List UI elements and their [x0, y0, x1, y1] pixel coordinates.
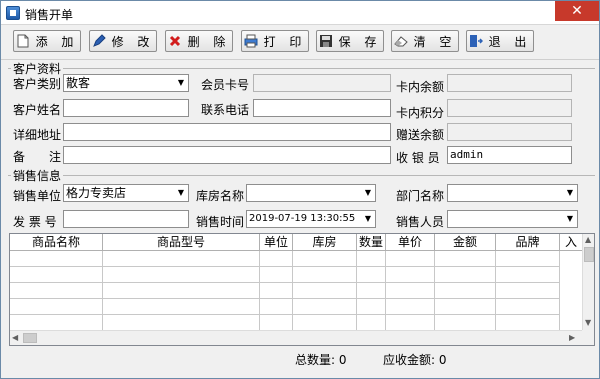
vertical-scroll-thumb[interactable] — [584, 247, 594, 262]
add-button-label: 添 加 — [35, 34, 79, 49]
phone-label: 联系电话 — [201, 103, 250, 117]
phone-field[interactable] — [253, 99, 391, 117]
table-row[interactable] — [10, 251, 560, 267]
clear-button[interactable]: 清 空 — [391, 30, 459, 52]
customer-name-label: 客户姓名 — [13, 103, 62, 117]
eraser-icon — [393, 34, 408, 48]
col-header-warehouse[interactable]: 库房 — [293, 234, 357, 251]
print-button[interactable]: 打 印 — [241, 30, 309, 52]
sales-unit-label: 销售单位 — [13, 189, 62, 203]
chevron-down-icon[interactable]: ▼ — [174, 75, 188, 91]
gift-balance-field — [447, 123, 572, 141]
sales-time-value: 2019-07-19 13:30:55 — [249, 213, 356, 224]
col-header-product-name[interactable]: 商品名称 — [10, 234, 103, 251]
table-row[interactable] — [10, 267, 560, 283]
col-header-model[interactable]: 商品型号 — [103, 234, 260, 251]
toolbar: 添 加 修 改 删 除 打 印 保 存 清 空 退 出 — [1, 26, 599, 58]
grid-header: 商品名称 商品型号 单位 库房 数量 单价 金额 品牌 入 — [10, 234, 582, 251]
invoice-label: 发 票 号 — [13, 215, 57, 229]
scroll-left-icon[interactable]: ◀ — [12, 333, 18, 342]
scroll-right-icon[interactable]: ▶ — [569, 333, 575, 342]
department-select[interactable]: ▼ — [447, 184, 578, 202]
table-row[interactable] — [10, 315, 560, 331]
sales-unit-value: 格力专卖店 — [66, 186, 127, 200]
pen-icon — [92, 34, 106, 48]
cashier-label: 收 银 员 — [396, 151, 440, 165]
save-button[interactable]: 保 存 — [316, 30, 384, 52]
exit-door-icon — [469, 34, 483, 48]
sales-section-line — [8, 175, 595, 176]
sales-staff-label: 销售人员 — [396, 215, 445, 229]
sales-unit-select[interactable]: 格力专卖店 ▼ — [63, 184, 189, 202]
floppy-disk-icon — [319, 34, 333, 48]
sales-order-window: 销售开单 ✕ 添 加 修 改 删 除 打 印 保 存 清 空 退 出 客户资料 … — [0, 0, 600, 379]
col-header-unit-price[interactable]: 单价 — [386, 234, 435, 251]
warehouse-select[interactable]: ▼ — [246, 184, 376, 202]
card-balance-field — [447, 74, 572, 92]
title-bar: 销售开单 ✕ — [1, 1, 599, 25]
horizontal-scrollbar[interactable]: ◀ ▶ — [10, 330, 582, 345]
table-row[interactable] — [10, 299, 560, 315]
print-button-label: 打 印 — [263, 34, 307, 49]
member-card-label: 会员卡号 — [201, 78, 250, 92]
app-icon — [6, 6, 20, 20]
col-header-unit[interactable]: 单位 — [260, 234, 293, 251]
address-field[interactable] — [63, 123, 391, 141]
total-amount-due: 应收金额: 0 — [383, 353, 447, 367]
vertical-scrollbar[interactable]: ▲ ▼ — [582, 234, 594, 330]
close-button[interactable]: ✕ — [555, 1, 599, 21]
sales-time-picker[interactable]: 2019-07-19 13:30:55 ▼ — [246, 210, 376, 228]
delete-button-label: 删 除 — [187, 34, 231, 49]
col-header-quantity[interactable]: 数量 — [357, 234, 386, 251]
clear-button-label: 清 空 — [413, 34, 457, 49]
chevron-down-icon[interactable]: ▼ — [174, 185, 188, 201]
edit-button-label: 修 改 — [111, 34, 155, 49]
delete-button[interactable]: 删 除 — [165, 30, 233, 52]
customer-section-line — [8, 68, 595, 69]
table-row[interactable] — [10, 283, 560, 299]
remark-label: 备 注 — [13, 150, 62, 164]
invoice-field[interactable] — [63, 210, 189, 228]
remark-field[interactable] — [63, 146, 391, 164]
sales-time-label: 销售时间 — [196, 215, 245, 229]
horizontal-scroll-thumb[interactable] — [23, 333, 37, 343]
sales-staff-select[interactable]: ▼ — [447, 210, 578, 228]
edit-button[interactable]: 修 改 — [89, 30, 157, 52]
customer-name-field[interactable] — [63, 99, 189, 117]
col-header-brand[interactable]: 品牌 — [496, 234, 560, 251]
col-header-more[interactable]: 入 — [560, 234, 582, 251]
col-header-amount[interactable]: 金额 — [435, 234, 496, 251]
member-card-field[interactable] — [253, 74, 391, 92]
total-quantity: 总数量: 0 — [295, 353, 347, 367]
customer-type-select[interactable]: 散客 ▼ — [63, 74, 189, 92]
gift-balance-label: 赠送余额 — [396, 128, 445, 142]
customer-type-label: 客户类别 — [13, 77, 62, 91]
chevron-down-icon[interactable]: ▼ — [563, 185, 577, 201]
sales-section-title: 销售信息 — [11, 167, 64, 184]
delete-x-icon — [168, 34, 182, 48]
scrollbar-corner — [582, 330, 594, 345]
card-points-label: 卡内积分 — [396, 106, 445, 120]
printer-icon — [244, 34, 258, 48]
customer-type-value: 散客 — [66, 76, 91, 90]
card-balance-label: 卡内余额 — [396, 80, 445, 94]
chevron-down-icon[interactable]: ▼ — [563, 211, 577, 227]
toolbar-divider — [1, 59, 599, 60]
card-points-field — [447, 99, 572, 117]
scroll-down-icon[interactable]: ▼ — [585, 318, 591, 327]
window-title: 销售开单 — [25, 8, 74, 22]
exit-button-label: 退 出 — [488, 34, 532, 49]
scroll-up-icon[interactable]: ▲ — [585, 235, 591, 244]
exit-button[interactable]: 退 出 — [466, 30, 534, 52]
warehouse-label: 库房名称 — [196, 189, 245, 203]
cashier-field[interactable]: admin — [447, 146, 572, 164]
chevron-down-icon[interactable]: ▼ — [361, 211, 375, 227]
department-label: 部门名称 — [396, 189, 445, 203]
add-button[interactable]: 添 加 — [13, 30, 81, 52]
chevron-down-icon[interactable]: ▼ — [361, 185, 375, 201]
new-document-icon — [16, 34, 30, 48]
address-label: 详细地址 — [13, 128, 62, 142]
save-button-label: 保 存 — [338, 34, 382, 49]
product-grid[interactable]: 商品名称 商品型号 单位 库房 数量 单价 金额 品牌 入 ▲ ▼ ◀ ▶ — [9, 233, 595, 346]
